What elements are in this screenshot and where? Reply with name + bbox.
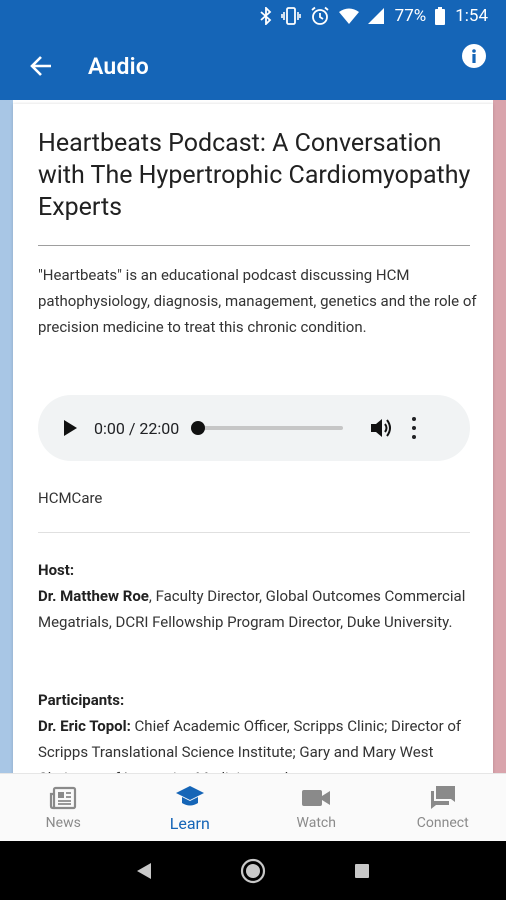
square-recents-icon — [354, 863, 369, 878]
participants-section: Participants: Dr. Eric Topol: Chief Acad… — [38, 687, 478, 773]
left-accent-stripe — [0, 100, 13, 773]
bluetooth-icon — [260, 7, 271, 25]
participant-text: Dr. Eric Topol: Chief Academic Officer, … — [38, 713, 478, 773]
audio-player: 0:00 / 22:00 — [38, 395, 470, 461]
wifi-icon — [338, 8, 359, 24]
nav-label-watch: Watch — [296, 815, 336, 831]
nav-item-connect[interactable]: Connect — [380, 774, 506, 841]
back-button[interactable] — [26, 51, 56, 81]
clock: 1:54 — [455, 6, 488, 26]
article-title: Heartbeats Podcast: A Conversation with … — [38, 129, 471, 222]
volume-icon — [371, 419, 392, 437]
source-label: HCMCare — [38, 489, 103, 507]
host-text: Dr. Matthew Roe, Faculty Director, Globa… — [38, 583, 478, 635]
participant-name: Dr. Eric Topol: — [38, 717, 131, 735]
alarm-icon — [311, 6, 329, 25]
info-icon — [472, 49, 476, 63]
nav-item-news[interactable]: News — [0, 774, 127, 841]
dot — [412, 426, 417, 430]
nav-item-watch[interactable]: Watch — [253, 774, 380, 841]
battery-percent: 77% — [394, 6, 427, 26]
nav-label-connect: Connect — [416, 815, 469, 831]
more-options-button[interactable] — [411, 417, 417, 439]
play-button[interactable] — [62, 419, 80, 437]
bottom-navigation: News Learn Watch Connect — [0, 773, 506, 841]
system-recents-button[interactable] — [347, 856, 377, 886]
vibrate-icon — [280, 7, 301, 25]
newspaper-icon — [50, 786, 77, 810]
system-home-button[interactable] — [238, 856, 268, 886]
app-title: Audio — [88, 52, 150, 80]
host-section: Host: Dr. Matthew Roe, Faculty Director,… — [38, 557, 478, 635]
audio-progress-thumb[interactable] — [191, 421, 206, 435]
article-card: Heartbeats Podcast: A Conversation with … — [13, 104, 493, 773]
volume-button[interactable] — [369, 415, 395, 441]
audio-progress-bar[interactable] — [191, 421, 344, 435]
article-description: "Heartbeats" is an educational podcast d… — [38, 266, 477, 336]
video-camera-icon — [302, 790, 331, 806]
info-button[interactable] — [462, 44, 486, 68]
audio-time: 0:00 / 22:00 — [94, 418, 180, 438]
chat-bubbles-icon — [430, 786, 455, 809]
arrow-left-icon — [30, 56, 51, 76]
status-icons: 77% — [260, 6, 446, 26]
source-divider — [38, 532, 470, 533]
content-area[interactable]: Heartbeats Podcast: A Conversation with … — [0, 100, 506, 773]
play-icon — [64, 420, 77, 436]
dot — [412, 417, 417, 421]
system-navigation-bar — [0, 841, 506, 900]
graduation-cap-icon — [175, 785, 204, 805]
app-bar: Audio — [0, 32, 506, 100]
nav-label-learn: Learn — [169, 813, 210, 833]
status-bar: 77% 1:54 — [0, 0, 506, 32]
host-heading: Host: — [38, 561, 75, 579]
circle-home-icon — [240, 858, 266, 883]
nav-item-learn[interactable]: Learn — [127, 774, 254, 841]
system-back-button[interactable] — [129, 856, 159, 886]
nav-label-news: News — [45, 815, 81, 831]
triangle-back-icon — [137, 862, 152, 879]
participants-heading: Participants: — [38, 691, 125, 709]
host-name: Dr. Matthew Roe — [38, 587, 149, 605]
dot — [412, 435, 417, 439]
battery-icon — [435, 7, 446, 25]
signal-icon — [367, 8, 384, 24]
title-divider — [38, 245, 470, 246]
right-accent-stripe — [493, 100, 506, 773]
